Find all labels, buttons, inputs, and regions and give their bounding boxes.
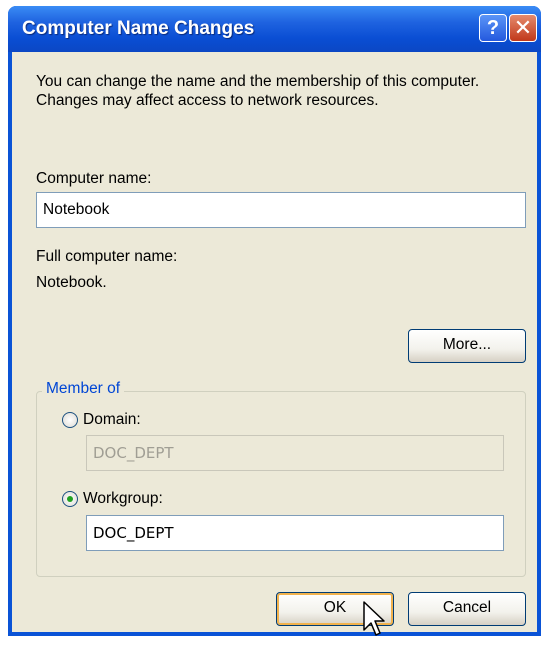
workgroup-label: Workgroup: xyxy=(83,490,163,507)
close-icon: ✕ xyxy=(513,15,533,40)
mouse-pointer-icon xyxy=(363,601,385,636)
domain-label: Domain: xyxy=(83,411,141,428)
workgroup-radio-option[interactable]: Workgroup: xyxy=(62,490,163,508)
help-icon: ? xyxy=(486,17,500,39)
member-of-label: Member of xyxy=(42,380,125,398)
help-button[interactable]: ? xyxy=(479,14,507,42)
full-computer-name-label: Full computer name: xyxy=(36,248,178,265)
domain-radio-option[interactable]: Domain: xyxy=(62,411,141,429)
window-title: Computer Name Changes xyxy=(22,18,255,39)
computer-name-label: Computer name: xyxy=(36,170,152,187)
cancel-button[interactable]: Cancel xyxy=(408,592,526,626)
workgroup-input[interactable]: DOC_DEPT xyxy=(86,515,504,551)
description-text: You can change the name and the membersh… xyxy=(36,73,480,109)
computer-name-input[interactable]: Notebook xyxy=(36,192,526,228)
title-bar[interactable]: Computer Name Changes ? ✕ xyxy=(8,6,541,52)
more-button[interactable]: More... xyxy=(408,329,526,363)
dialog-window: Computer Name Changes ? ✕ You can change… xyxy=(8,6,541,636)
workgroup-radio[interactable] xyxy=(62,491,78,507)
close-button[interactable]: ✕ xyxy=(509,14,537,42)
dialog-body: You can change the name and the membersh… xyxy=(12,52,537,632)
domain-input: DOC_DEPT xyxy=(86,435,504,471)
domain-radio[interactable] xyxy=(62,412,78,428)
full-computer-name-value: Notebook. xyxy=(36,274,107,291)
